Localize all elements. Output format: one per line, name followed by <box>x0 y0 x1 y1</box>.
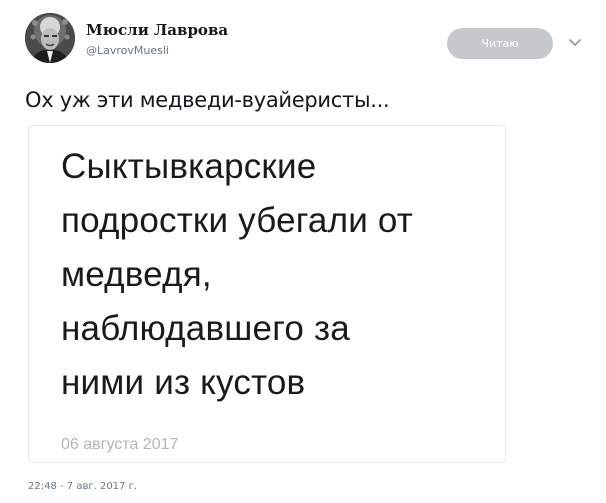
tweet-text: Ох уж эти медведи-вуайеристы... <box>25 88 390 112</box>
avatar-portrait-icon <box>25 13 75 63</box>
following-button[interactable]: Читаю <box>447 28 553 59</box>
card-headline-line: Сыктывкарские <box>61 147 317 186</box>
author-handle[interactable]: @LavrovMuesli <box>86 44 169 57</box>
link-card[interactable]: Сыктывкарские подростки убегали от медве… <box>28 125 506 463</box>
card-date: 06 августа 2017 <box>61 436 179 453</box>
card-headline-line: ними из кустов <box>61 363 306 402</box>
chevron-down-icon[interactable] <box>568 36 582 50</box>
tweet-timestamp[interactable]: 22:48 - 7 авг. 2017 г. <box>28 481 137 492</box>
card-headline-line: медведя, <box>61 255 212 294</box>
card-headline-line: подростки убегали от <box>61 201 414 240</box>
card-headline: Сыктывкарские подростки убегали от медве… <box>61 140 481 410</box>
card-headline-line: наблюдавшего за <box>61 309 350 348</box>
avatar[interactable] <box>25 13 75 63</box>
author-display-name[interactable]: Мюсли Лаврова <box>86 21 228 39</box>
tweet: Мюсли Лаврова @LavrovMuesli Читаю Ох уж … <box>0 0 606 503</box>
